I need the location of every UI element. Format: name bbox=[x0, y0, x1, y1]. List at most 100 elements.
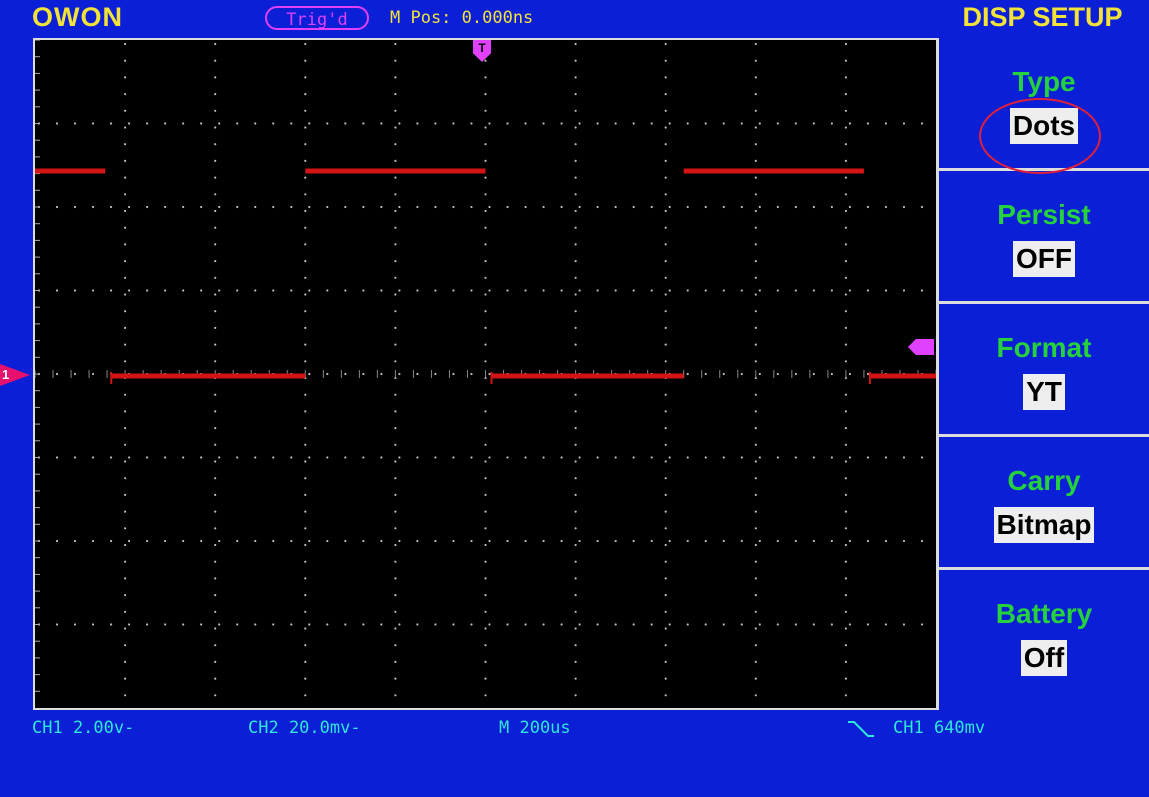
menu-item-type[interactable]: Type Dots bbox=[939, 38, 1149, 174]
grid-dot bbox=[830, 623, 833, 626]
top-status-bar: OWON Trig'd M Pos: 0.000ns bbox=[0, 0, 935, 38]
grid-dot bbox=[650, 456, 653, 459]
grid-dot bbox=[812, 372, 815, 376]
grid-dot bbox=[290, 623, 293, 626]
grid-dot bbox=[830, 289, 833, 292]
grid-dot bbox=[884, 456, 888, 459]
grid-dot bbox=[844, 694, 848, 697]
grid-dot bbox=[614, 205, 617, 209]
grid-dot bbox=[124, 610, 127, 613]
menu-item-battery[interactable]: Battery Off bbox=[939, 570, 1149, 705]
grid-dot bbox=[844, 260, 848, 263]
grid-dot bbox=[686, 122, 689, 125]
grid-dot bbox=[182, 122, 185, 125]
grid-dot bbox=[254, 289, 257, 292]
grid-dot bbox=[214, 427, 217, 430]
grid-dot bbox=[754, 644, 757, 647]
grid-dot bbox=[55, 456, 59, 459]
grid-dot bbox=[304, 410, 307, 413]
grid-dot bbox=[214, 627, 217, 630]
grid-dot bbox=[416, 289, 419, 292]
grid-dot bbox=[844, 627, 848, 630]
grid-dot bbox=[848, 456, 852, 459]
grid-dot bbox=[484, 226, 487, 229]
grid-dot bbox=[214, 410, 217, 413]
grid-dot bbox=[574, 209, 577, 213]
grid-dot bbox=[664, 694, 667, 697]
grid-dot bbox=[830, 205, 833, 209]
grid-dot bbox=[664, 193, 667, 196]
grid-dot bbox=[740, 289, 743, 292]
grid-dot bbox=[304, 209, 307, 213]
grid-dot bbox=[560, 289, 563, 292]
grid-dot bbox=[754, 594, 757, 597]
grid-dot bbox=[754, 76, 757, 79]
grid-dot bbox=[574, 610, 577, 613]
grid-dot bbox=[124, 76, 127, 79]
grid-dot bbox=[124, 209, 127, 213]
grid-dot bbox=[754, 610, 757, 613]
grid-dot bbox=[844, 143, 848, 146]
grid-dot bbox=[794, 205, 797, 209]
menu-title: DISP SETUP bbox=[962, 2, 1123, 32]
menu-item-format[interactable]: Format YT bbox=[939, 304, 1149, 437]
grid-dot bbox=[794, 122, 797, 125]
grid-dot bbox=[920, 539, 924, 543]
grid-dot bbox=[844, 326, 848, 329]
grid-dot bbox=[380, 623, 383, 626]
menu-item-persist[interactable]: Persist OFF bbox=[939, 171, 1149, 304]
grid-dot bbox=[254, 205, 257, 209]
grid-dot bbox=[844, 59, 848, 62]
grid-dot bbox=[664, 543, 667, 547]
grid-dot bbox=[488, 372, 491, 376]
grid-dot bbox=[484, 594, 487, 597]
grid-dot bbox=[124, 126, 127, 129]
grid-dot bbox=[484, 76, 487, 79]
grid-dot bbox=[524, 205, 527, 209]
grid-dot bbox=[484, 443, 487, 446]
grid-dot bbox=[484, 326, 487, 329]
grid-dot bbox=[574, 694, 577, 697]
grid-dot bbox=[182, 539, 185, 543]
grid-dot bbox=[416, 623, 419, 626]
grid-dot bbox=[214, 109, 217, 112]
grid-dot bbox=[776, 122, 779, 125]
grid-dot bbox=[326, 372, 329, 376]
grid-dot bbox=[578, 122, 581, 125]
grid-dot bbox=[394, 577, 397, 580]
grid-dot bbox=[758, 623, 761, 626]
grid-dot bbox=[664, 644, 667, 647]
grid-dot bbox=[686, 539, 689, 543]
grid-dot bbox=[596, 122, 599, 125]
grid-dot bbox=[394, 109, 397, 112]
grid-dot bbox=[754, 343, 757, 346]
grid-dot bbox=[902, 456, 906, 459]
grid-dot bbox=[73, 122, 77, 125]
grid-dot bbox=[794, 456, 797, 459]
grid-dot bbox=[124, 627, 127, 630]
grid-dot bbox=[484, 93, 487, 96]
grid-dot bbox=[182, 623, 185, 626]
grid-dot bbox=[664, 677, 667, 680]
grid-dot bbox=[650, 122, 653, 125]
grid-dot bbox=[776, 205, 779, 209]
grid-dot bbox=[664, 293, 667, 296]
grid-dot bbox=[686, 205, 689, 209]
grid-dot bbox=[304, 326, 307, 329]
grid-dot bbox=[754, 660, 757, 664]
grid-dot bbox=[304, 176, 307, 179]
grid-dot bbox=[214, 493, 217, 496]
menu-item-carry[interactable]: Carry Bitmap bbox=[939, 437, 1149, 570]
grid-dot bbox=[578, 623, 581, 626]
grid-dot bbox=[542, 456, 545, 459]
grid-dot bbox=[866, 205, 870, 209]
grid-dot bbox=[754, 360, 757, 363]
grid-dot bbox=[304, 443, 307, 446]
menu-item-value: Off bbox=[1020, 640, 1068, 676]
grid-dot bbox=[394, 76, 397, 79]
grid-dot bbox=[574, 226, 577, 229]
grid-dot bbox=[124, 276, 127, 279]
grid-dot bbox=[109, 623, 113, 626]
grid-dot bbox=[380, 205, 383, 209]
grid-dot bbox=[394, 343, 397, 346]
